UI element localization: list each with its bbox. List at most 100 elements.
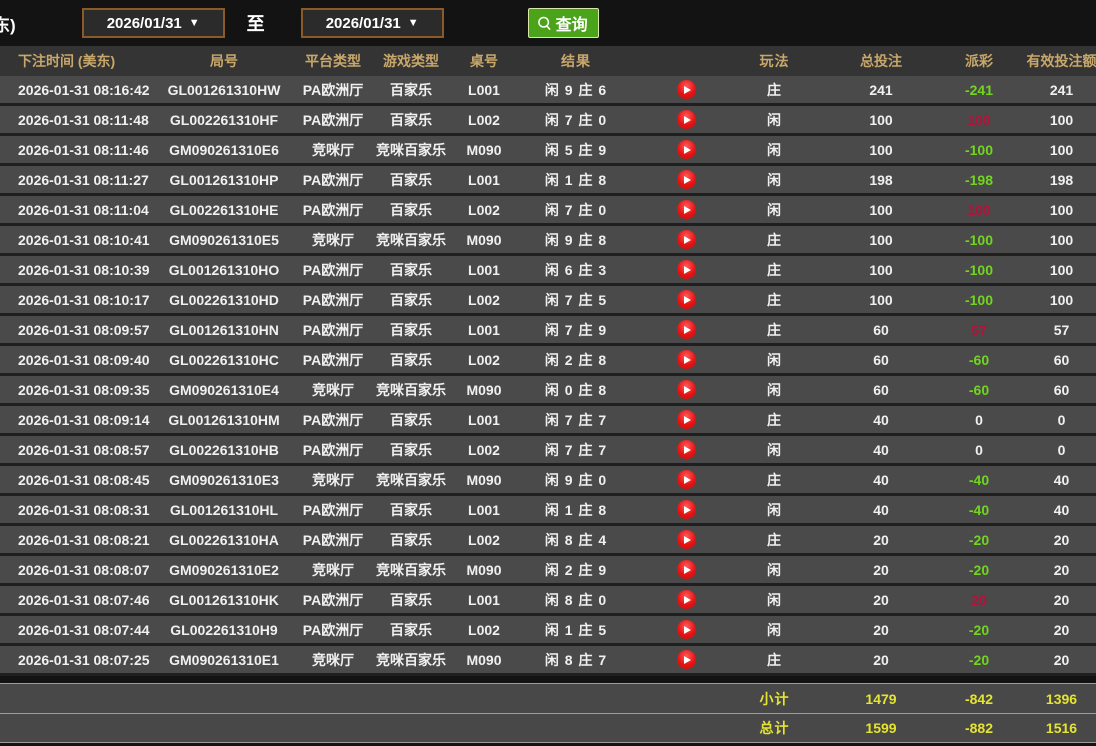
- toolbar: 东) 2026/01/31 ▼ 至 2026/01/31 ▼ 查询: [0, 0, 1096, 46]
- play-triangle-icon: [684, 326, 691, 334]
- result-cell: 闲 7 庄 0: [512, 200, 640, 220]
- round-id-cell: GM090261310E5: [148, 232, 300, 248]
- table-no-cell: M090: [456, 562, 512, 578]
- table-row: 2026-01-31 08:16:42 GL001261310HW PA欧洲厅 …: [0, 76, 1096, 106]
- valid-bet-cell: 198: [1013, 172, 1096, 188]
- table-row: 2026-01-31 08:11:27 GL001261310HP PA欧洲厅 …: [0, 166, 1096, 196]
- game-type-cell: 百家乐: [366, 440, 456, 460]
- platform-cell: PA欧洲厅: [300, 320, 366, 340]
- table-no-cell: M090: [456, 652, 512, 668]
- header-platform: 平台类型: [300, 51, 366, 71]
- play-video-icon[interactable]: [677, 290, 696, 309]
- result-cell: 闲 7 庄 5: [512, 290, 640, 310]
- table-row: 2026-01-31 08:08:57 GL002261310HB PA欧洲厅 …: [0, 436, 1096, 466]
- play-video-icon[interactable]: [677, 470, 696, 489]
- play-video-icon[interactable]: [677, 110, 696, 129]
- play-triangle-icon: [684, 236, 691, 244]
- total-label: 总计: [732, 718, 817, 738]
- replay-cell: [640, 200, 732, 219]
- round-id-cell: GL001261310HK: [148, 592, 300, 608]
- search-icon: [536, 15, 553, 32]
- play-video-icon[interactable]: [677, 260, 696, 279]
- game-type-cell: 竞咪百家乐: [366, 470, 456, 490]
- platform-cell: 竞咪厅: [300, 230, 366, 250]
- bet-time-cell: 2026-01-31 08:09:35: [0, 382, 148, 398]
- bet-time-cell: 2026-01-31 08:08:21: [0, 532, 148, 548]
- result-cell: 闲 8 庄 4: [512, 530, 640, 550]
- total-bet-cell: 20: [817, 622, 945, 638]
- table-no-cell: L001: [456, 262, 512, 278]
- play-video-icon[interactable]: [677, 410, 696, 429]
- play-video-icon[interactable]: [677, 380, 696, 399]
- play-video-icon[interactable]: [677, 560, 696, 579]
- bet-option-cell: 闲: [732, 170, 817, 190]
- play-triangle-icon: [684, 206, 691, 214]
- payout-cell: -198: [945, 172, 1013, 188]
- total-bet-cell: 100: [817, 292, 945, 308]
- header-payout: 派彩: [945, 51, 1013, 71]
- play-video-icon[interactable]: [677, 320, 696, 339]
- play-triangle-icon: [684, 446, 691, 454]
- game-type-cell: 百家乐: [366, 410, 456, 430]
- table-no-cell: L002: [456, 352, 512, 368]
- result-cell: 闲 1 庄 8: [512, 170, 640, 190]
- total-bet-cell: 40: [817, 412, 945, 428]
- payout-cell: -20: [945, 652, 1013, 668]
- payout-cell: -20: [945, 532, 1013, 548]
- platform-cell: PA欧洲厅: [300, 530, 366, 550]
- platform-cell: 竞咪厅: [300, 650, 366, 670]
- play-video-icon[interactable]: [677, 230, 696, 249]
- round-id-cell: GL001261310HW: [148, 82, 300, 98]
- play-video-icon[interactable]: [677, 200, 696, 219]
- result-cell: 闲 7 庄 7: [512, 410, 640, 430]
- bet-time-cell: 2026-01-31 08:09:14: [0, 412, 148, 428]
- date-from-select[interactable]: 2026/01/31 ▼: [82, 8, 225, 38]
- subtotal-label: 小计: [732, 689, 817, 709]
- replay-cell: [640, 620, 732, 639]
- play-triangle-icon: [684, 476, 691, 484]
- play-video-icon[interactable]: [677, 530, 696, 549]
- date-to-select[interactable]: 2026/01/31 ▼: [301, 8, 444, 38]
- total-row: 总计 1599 -882 1516: [0, 713, 1096, 743]
- payout-cell: 100: [945, 202, 1013, 218]
- search-button[interactable]: 查询: [528, 8, 599, 38]
- chevron-down-icon: ▼: [189, 17, 200, 29]
- table-no-cell: L001: [456, 322, 512, 338]
- play-video-icon[interactable]: [677, 650, 696, 669]
- play-triangle-icon: [684, 116, 691, 124]
- table-row: 2026-01-31 08:09:35 GM090261310E4 竞咪厅 竞咪…: [0, 376, 1096, 406]
- play-video-icon[interactable]: [677, 140, 696, 159]
- table-row: 2026-01-31 08:07:44 GL002261310H9 PA欧洲厅 …: [0, 616, 1096, 646]
- platform-cell: PA欧洲厅: [300, 590, 366, 610]
- table-no-cell: L002: [456, 622, 512, 638]
- play-video-icon[interactable]: [677, 80, 696, 99]
- payout-cell: 0: [945, 442, 1013, 458]
- replay-cell: [640, 530, 732, 549]
- bet-option-cell: 庄: [732, 260, 817, 280]
- play-video-icon[interactable]: [677, 500, 696, 519]
- play-video-icon[interactable]: [677, 590, 696, 609]
- game-type-cell: 百家乐: [366, 620, 456, 640]
- search-button-label: 查询: [556, 11, 588, 35]
- bet-option-cell: 庄: [732, 650, 817, 670]
- play-video-icon[interactable]: [677, 170, 696, 189]
- payout-cell: -100: [945, 292, 1013, 308]
- play-video-icon[interactable]: [677, 350, 696, 369]
- valid-bet-cell: 60: [1013, 382, 1096, 398]
- timezone-label-clipped: 东): [0, 11, 16, 36]
- platform-cell: 竞咪厅: [300, 560, 366, 580]
- bet-time-cell: 2026-01-31 08:10:41: [0, 232, 148, 248]
- total-bet-cell: 60: [817, 322, 945, 338]
- total-bet-cell: 60: [817, 382, 945, 398]
- play-video-icon[interactable]: [677, 620, 696, 639]
- play-video-icon[interactable]: [677, 440, 696, 459]
- table-row: 2026-01-31 08:11:46 GM090261310E6 竞咪厅 竞咪…: [0, 136, 1096, 166]
- bet-time-cell: 2026-01-31 08:07:25: [0, 652, 148, 668]
- bet-time-cell: 2026-01-31 08:08:07: [0, 562, 148, 578]
- table-no-cell: L001: [456, 82, 512, 98]
- total-bet-cell: 100: [817, 232, 945, 248]
- play-triangle-icon: [684, 506, 691, 514]
- table-no-cell: M090: [456, 232, 512, 248]
- platform-cell: PA欧洲厅: [300, 290, 366, 310]
- play-triangle-icon: [684, 146, 691, 154]
